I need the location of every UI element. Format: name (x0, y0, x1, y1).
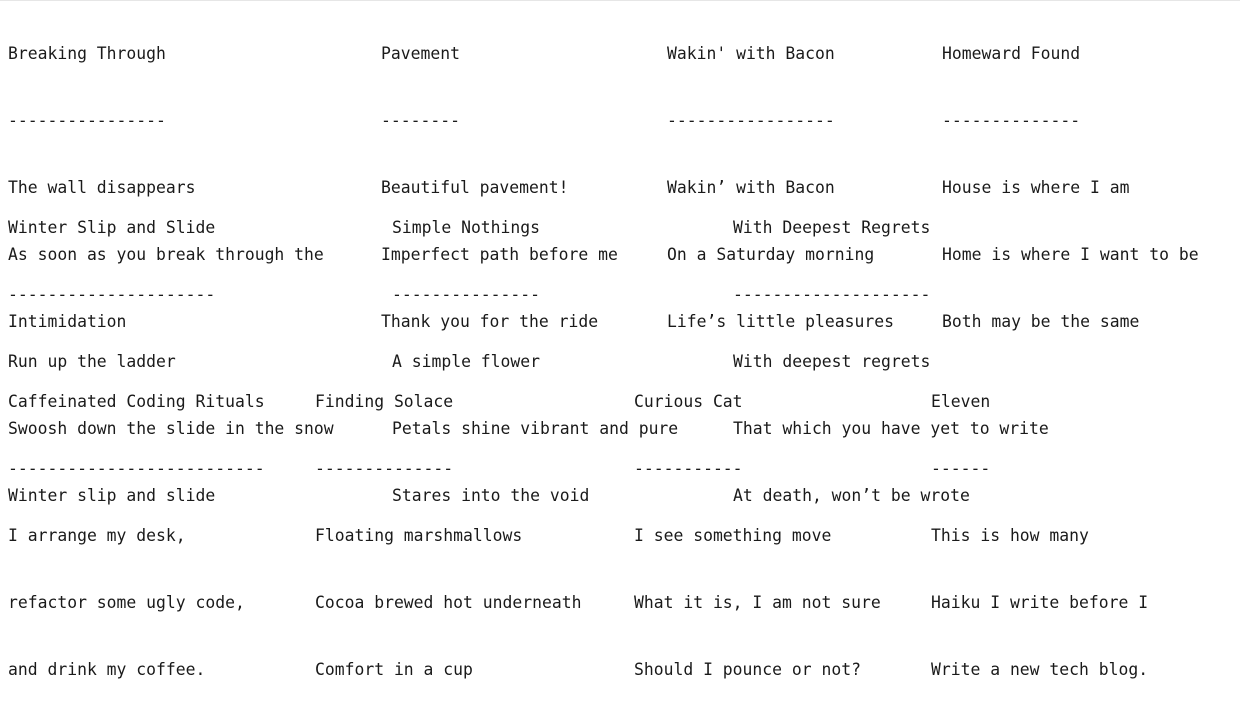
title-underline: ----------- (634, 459, 743, 478)
title-underline: -------------- (942, 111, 1081, 130)
title-underline: ---------------- (8, 111, 166, 130)
haiku-line: What it is, I am not sure (634, 593, 881, 612)
haiku-title: Curious Cat (634, 392, 743, 411)
haiku-title: Wakin' with Bacon (667, 44, 835, 63)
title-underline: -------------- (315, 459, 454, 478)
haiku-line: Comfort in a cup (315, 660, 473, 679)
haiku-line: Haiku I write before I (931, 593, 1149, 612)
haiku-line: Write a new tech blog. (931, 660, 1149, 679)
title-underline: -------- (381, 111, 460, 130)
haiku-title: Simple Nothings (392, 218, 541, 237)
haiku-finding-solace: Finding Solace -------------- Floating m… (315, 349, 581, 722)
haiku-title: Winter Slip and Slide (8, 218, 216, 237)
title-underline: -------------------- (733, 285, 931, 304)
haiku-title: Eleven (931, 392, 991, 411)
haiku-line: I see something move (634, 526, 832, 545)
haiku-title: Caffeinated Coding Rituals (8, 392, 265, 411)
haiku-caffeinated-coding-rituals: Caffeinated Coding Rituals -------------… (8, 349, 265, 722)
title-underline: ------ (931, 459, 991, 478)
haiku-title: With Deepest Regrets (733, 218, 931, 237)
haiku-curious-cat: Curious Cat ----------- I see something … (634, 349, 881, 722)
haiku-line: This is how many (931, 526, 1089, 545)
haiku-line: Floating marshmallows (315, 526, 523, 545)
title-underline: --------------------- (8, 285, 216, 304)
haiku-title: Homeward Found (942, 44, 1081, 63)
haiku-eleven: Eleven ------ This is how many Haiku I w… (931, 349, 1148, 722)
haiku-line: Cocoa brewed hot underneath (315, 593, 582, 612)
haiku-title: Finding Solace (315, 392, 454, 411)
haiku-line: I arrange my desk, (8, 526, 186, 545)
haiku-title: Breaking Through (8, 44, 166, 63)
title-underline: --------------- (392, 285, 541, 304)
title-underline: -------------------------- (8, 459, 265, 478)
haiku-line: and drink my coffee. (8, 660, 206, 679)
haiku-title: Pavement (381, 44, 460, 63)
haiku-line: refactor some ugly code, (8, 593, 245, 612)
title-underline: ----------------- (667, 111, 835, 130)
haiku-line: Should I pounce or not? (634, 660, 861, 679)
